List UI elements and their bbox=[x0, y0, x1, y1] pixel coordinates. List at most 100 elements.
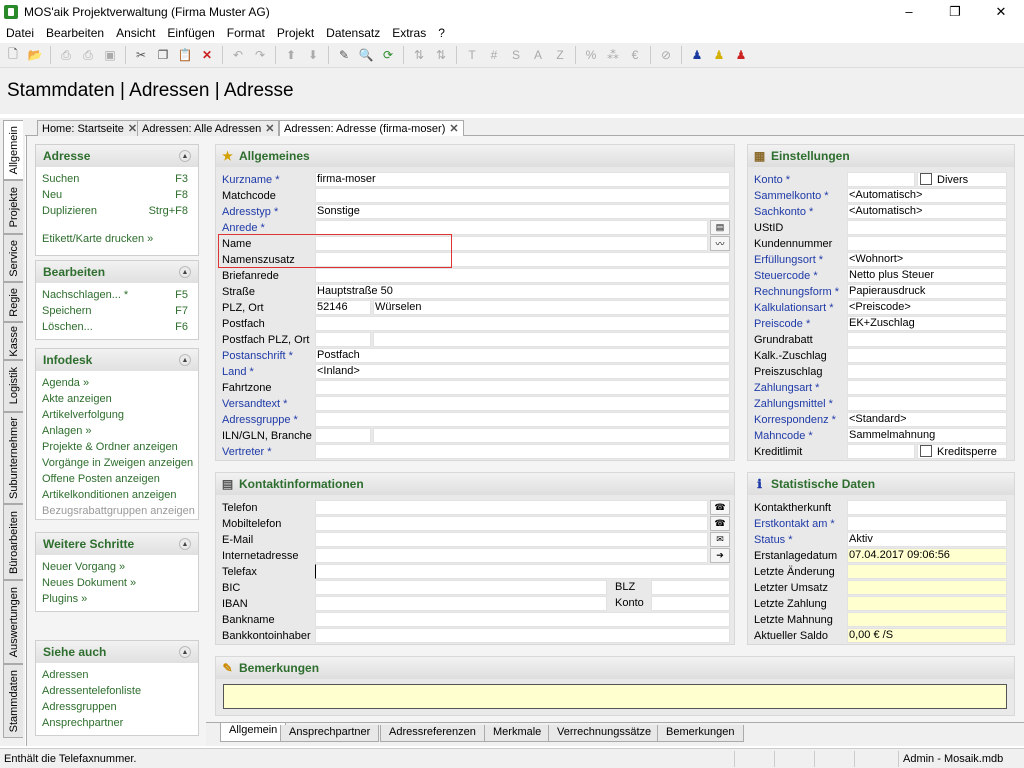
iln-gln-input[interactable] bbox=[315, 428, 371, 443]
konto-input[interactable] bbox=[847, 172, 915, 187]
postfach-input[interactable] bbox=[315, 316, 730, 331]
panel-header[interactable]: Infodesk ▲ bbox=[36, 349, 198, 371]
vtab-logistik[interactable]: Logistik bbox=[3, 360, 23, 412]
sidebar-item-artikelkonditionen[interactable]: Artikelkonditionen anzeigen bbox=[36, 487, 198, 503]
doc-tab-adresse[interactable]: Adressen: Adresse (firma-moser) ✕ bbox=[279, 120, 464, 137]
redo-icon[interactable]: ↷ bbox=[249, 45, 271, 65]
sidebar-item-adressgruppen[interactable]: Adressgruppen bbox=[36, 699, 198, 715]
tab-verrechnungssaetze[interactable]: Verrechnungssätze bbox=[548, 725, 661, 742]
tab-allgemein[interactable]: Allgemein bbox=[220, 723, 287, 742]
telefax-input[interactable] bbox=[315, 564, 730, 579]
undo-icon[interactable]: ↶ bbox=[227, 45, 249, 65]
panel-header[interactable]: Siehe auch ▲ bbox=[36, 641, 198, 663]
field-label[interactable]: Erfüllungsort * bbox=[754, 254, 848, 266]
s-format-icon[interactable]: S bbox=[505, 45, 527, 65]
kalk-zuschlag-input[interactable] bbox=[847, 348, 1007, 363]
postfach-plz-input[interactable] bbox=[315, 332, 371, 347]
postfach-ort-input[interactable] bbox=[373, 332, 730, 347]
zahlungsmittel-input[interactable] bbox=[847, 396, 1007, 411]
edit-pencil-icon[interactable]: ✎ bbox=[333, 45, 355, 65]
new-doc-icon[interactable]: 🗋 bbox=[2, 45, 24, 65]
move-down-icon[interactable]: ⬇ bbox=[302, 45, 324, 65]
sidebar-item-neuer-vorgang[interactable]: Neuer Vorgang » bbox=[36, 559, 198, 575]
menu-einfuegen[interactable]: Einfügen bbox=[161, 26, 220, 40]
vtab-projekte[interactable]: Projekte bbox=[3, 180, 23, 234]
menu-datensatz[interactable]: Datensatz bbox=[320, 26, 386, 40]
close-button[interactable]: ✕ bbox=[978, 0, 1024, 23]
land-input[interactable]: <Inland> bbox=[315, 364, 730, 379]
sidebar-item-anlagen[interactable]: Anlagen » bbox=[36, 423, 198, 439]
sidebar-item-offene-posten[interactable]: Offene Posten anzeigen bbox=[36, 471, 198, 487]
vtab-regie[interactable]: Regie bbox=[3, 282, 23, 322]
sidebar-item-projekte-ordner[interactable]: Projekte & Ordner anzeigen bbox=[36, 439, 198, 455]
close-tab-icon[interactable]: ✕ bbox=[449, 123, 458, 135]
paste-icon[interactable]: 📋 bbox=[174, 45, 196, 65]
vtab-stammdaten[interactable]: Stammdaten bbox=[3, 664, 23, 738]
tab-bemerkungen[interactable]: Bemerkungen bbox=[657, 725, 744, 742]
menu-ansicht[interactable]: Ansicht bbox=[110, 26, 161, 40]
sidebar-item-adressentelefonliste[interactable]: Adressentelefonliste bbox=[36, 683, 198, 699]
decimal-icon[interactable]: ⁂ bbox=[602, 45, 624, 65]
grundrabatt-input[interactable] bbox=[847, 332, 1007, 347]
postanschrift-input[interactable]: Postfach bbox=[315, 348, 730, 363]
signature-icon[interactable]: 〰 bbox=[710, 236, 730, 251]
sidebar-item-agenda[interactable]: Agenda » bbox=[36, 375, 198, 391]
menu-projekt[interactable]: Projekt bbox=[271, 26, 320, 40]
sidebar-item-nachschlagen[interactable]: Nachschlagen... * F5 bbox=[36, 287, 198, 303]
matchcode-input[interactable] bbox=[315, 188, 730, 203]
vtab-kasse[interactable]: Kasse bbox=[3, 322, 23, 360]
sidebar-item-loeschen[interactable]: Löschen... F6 bbox=[36, 319, 198, 335]
sidebar-item-vorgaenge-zweige[interactable]: Vorgänge in Zweigen anzeigen bbox=[36, 455, 198, 471]
vtab-service[interactable]: Service bbox=[3, 234, 23, 282]
print-preview-icon[interactable]: ⎙ bbox=[77, 45, 99, 65]
field-label[interactable]: Rechnungsform * bbox=[754, 286, 848, 298]
kreditsperre-checkbox[interactable] bbox=[920, 445, 932, 457]
percent-icon[interactable]: % bbox=[580, 45, 602, 65]
field-label[interactable]: Adresstyp * bbox=[222, 206, 316, 218]
erstkontakt-input[interactable] bbox=[847, 516, 1007, 531]
sort-desc-icon[interactable]: ⇅ bbox=[430, 45, 452, 65]
a-format-icon[interactable]: A bbox=[527, 45, 549, 65]
field-label[interactable]: Preiscode * bbox=[754, 318, 848, 330]
field-label[interactable]: Steuercode * bbox=[754, 270, 848, 282]
adresstyp-input[interactable]: Sonstige bbox=[315, 204, 730, 219]
copy-icon[interactable]: ❐ bbox=[152, 45, 174, 65]
sidebar-item-akte[interactable]: Akte anzeigen bbox=[36, 391, 198, 407]
cut-icon[interactable]: ✂ bbox=[130, 45, 152, 65]
tab-adressreferenzen[interactable]: Adressreferenzen bbox=[380, 725, 485, 742]
user-red-icon[interactable]: ♟ bbox=[730, 45, 752, 65]
sidebar-item-etikett-drucken[interactable]: Etikett/Karte drucken » bbox=[36, 231, 198, 247]
adressgruppe-input[interactable] bbox=[315, 412, 730, 427]
field-label[interactable]: Postanschrift * bbox=[222, 350, 316, 362]
field-label[interactable]: Kurzname * bbox=[222, 174, 316, 186]
z-format-icon[interactable]: Z bbox=[549, 45, 571, 65]
korrespondenz-input[interactable]: <Standard> bbox=[847, 412, 1007, 427]
status-input[interactable]: Aktiv bbox=[847, 532, 1007, 547]
divers-checkbox[interactable] bbox=[920, 173, 932, 185]
sidebar-item-neues-dokument[interactable]: Neues Dokument » bbox=[36, 575, 198, 591]
panel-header[interactable]: Adresse ▲ bbox=[36, 145, 198, 167]
sidebar-item-speichern[interactable]: Speichern F7 bbox=[36, 303, 198, 319]
collapse-icon[interactable]: ▲ bbox=[179, 646, 191, 658]
preiszuschlag-input[interactable] bbox=[847, 364, 1007, 379]
field-label[interactable]: Erstkontakt am * bbox=[754, 518, 848, 530]
internetadresse-input[interactable] bbox=[315, 548, 708, 563]
plz-input[interactable]: 52146 bbox=[315, 300, 371, 315]
field-label[interactable]: Versandtext * bbox=[222, 398, 316, 410]
bank-konto-input[interactable] bbox=[651, 596, 730, 611]
menu-bearbeiten[interactable]: Bearbeiten bbox=[40, 26, 110, 40]
field-label[interactable]: Vertreter * bbox=[222, 446, 316, 458]
rechnungsform-input[interactable]: Papierausdruck bbox=[847, 284, 1007, 299]
field-label[interactable]: Mahncode * bbox=[754, 430, 848, 442]
vtab-allgemein[interactable]: Allgemein bbox=[3, 120, 23, 180]
kalkulationsart-input[interactable]: <Preiscode> bbox=[847, 300, 1007, 315]
doc-tab-alle-adressen[interactable]: Adressen: Alle Adressen ✕ bbox=[137, 120, 280, 136]
field-label[interactable]: Konto * bbox=[754, 174, 848, 186]
vtab-bueroarbeiten[interactable]: Büroarbeiten bbox=[3, 504, 23, 580]
close-tab-icon[interactable]: ✕ bbox=[128, 123, 137, 135]
preiscode-input[interactable]: EK+Zuschlag bbox=[847, 316, 1007, 331]
ort-input[interactable]: Würselen bbox=[373, 300, 730, 315]
menu-format[interactable]: Format bbox=[221, 26, 271, 40]
vertreter-input[interactable] bbox=[315, 444, 730, 459]
branche-input[interactable] bbox=[373, 428, 730, 443]
